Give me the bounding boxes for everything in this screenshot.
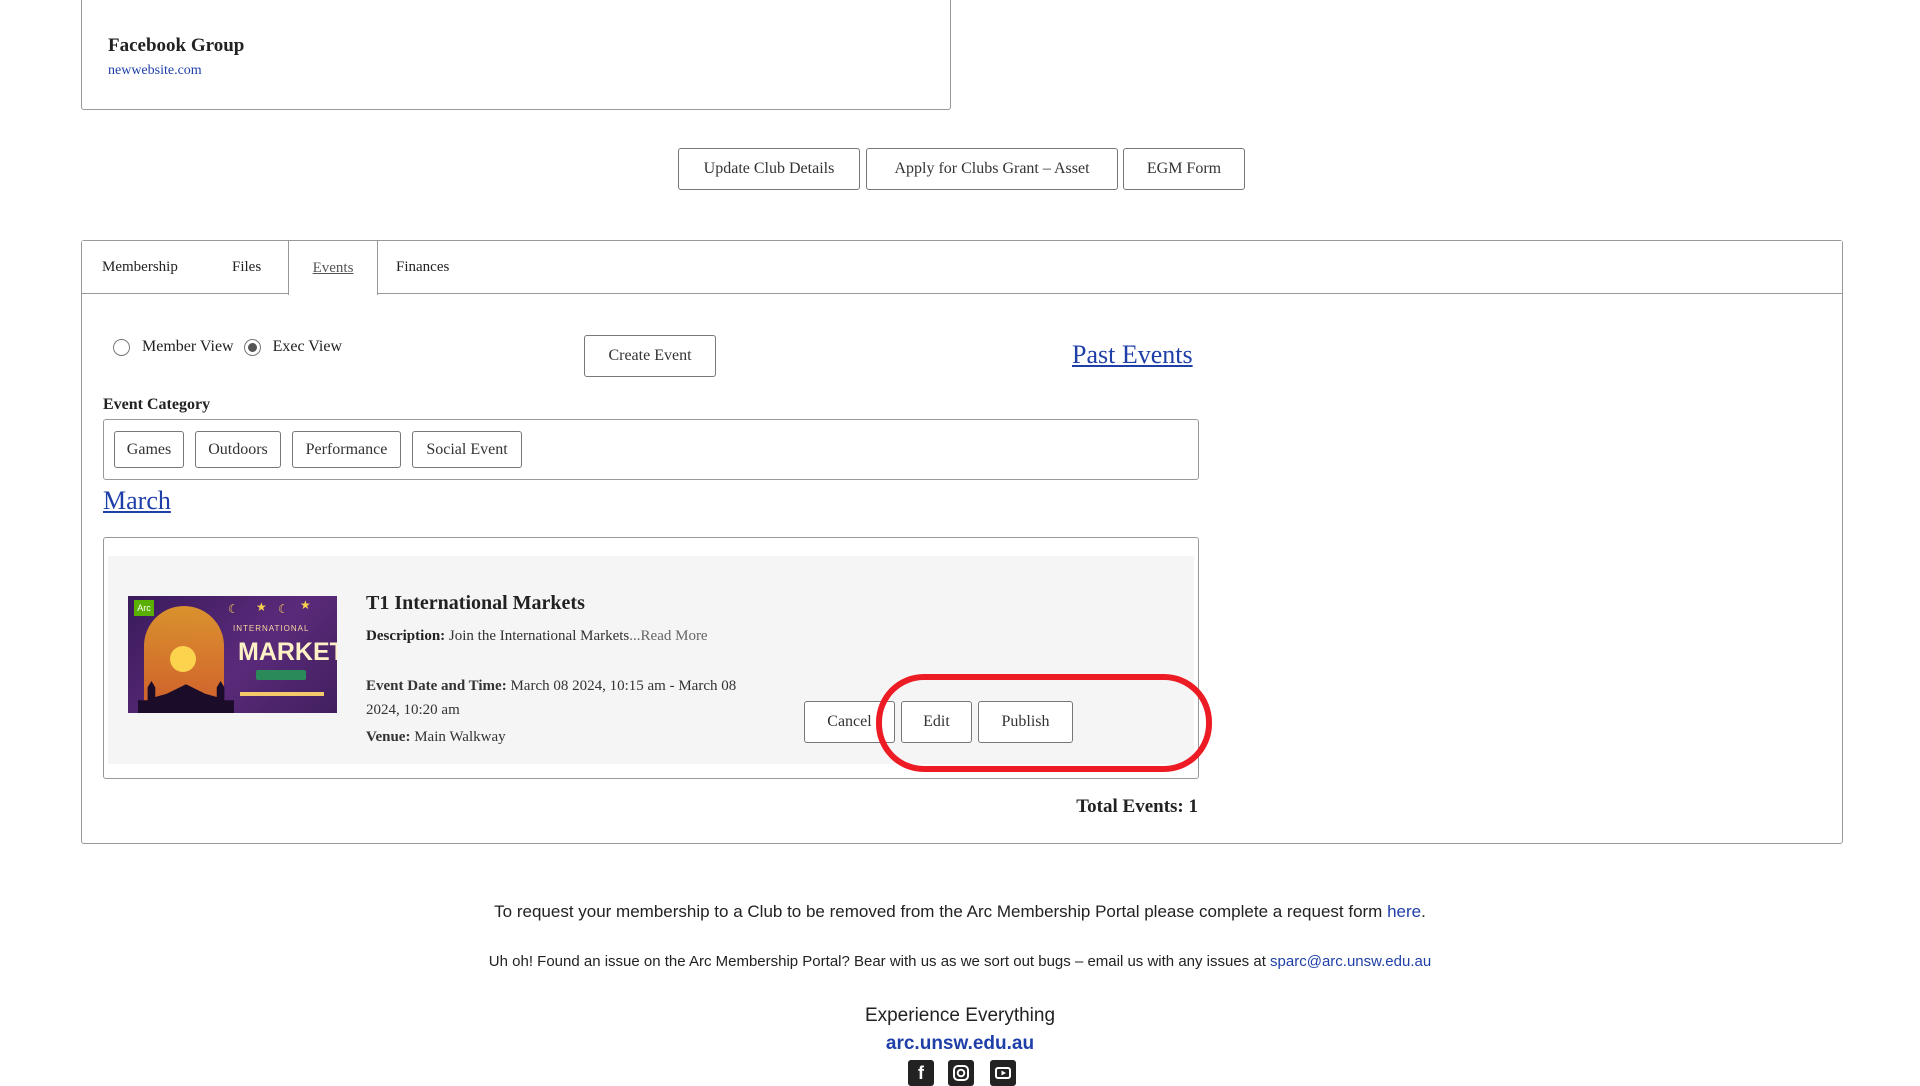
poster-star-icon: ☾ [228, 602, 239, 616]
poster-title: MARKETS [238, 638, 337, 666]
tab-finances[interactable]: Finances [396, 241, 449, 293]
event-venue-value: Main Walkway [414, 729, 506, 745]
poster-star-icon: ★ [256, 600, 267, 614]
footer-tagline: Experience Everything [864, 1005, 1056, 1026]
tab-files[interactable]: Files [232, 241, 261, 293]
poster-silhouette [138, 681, 234, 713]
poster-footer-bar [240, 692, 324, 696]
poster-ribbon [256, 670, 306, 680]
apply-clubs-grant-button[interactable]: Apply for Clubs Grant – Asset [866, 148, 1118, 190]
event-venue: Venue: Main Walkway [366, 729, 506, 746]
view-toggle: Member View Exec View [113, 338, 352, 356]
footer-bug-report: Uh oh! Found an issue on the Arc Members… [0, 953, 1920, 970]
poster-moon [170, 646, 196, 672]
category-outdoors-button[interactable]: Outdoors [195, 431, 281, 468]
category-social-event-button[interactable]: Social Event [412, 431, 522, 468]
category-games-button[interactable]: Games [114, 431, 184, 468]
youtube-icon[interactable] [990, 1060, 1016, 1086]
poster-arc-logo: Arc [134, 600, 154, 616]
youtube-glyph [995, 1067, 1011, 1079]
event-category-filter: Games Outdoors Performance Social Event [103, 419, 1199, 480]
tab-events[interactable]: Events [288, 241, 378, 295]
edit-event-button[interactable]: Edit [901, 701, 972, 743]
arc-site-link[interactable]: arc.unsw.edu.au [886, 1033, 1034, 1054]
event-description-label: Description: [366, 628, 446, 644]
tab-bar: Membership Files Events Finances [82, 241, 1842, 295]
update-club-details-button[interactable]: Update Club Details [678, 148, 860, 190]
instagram-icon[interactable] [948, 1060, 974, 1086]
footer-removal-end: . [1421, 902, 1426, 921]
footer-bug-text: Uh oh! Found an issue on the Arc Members… [488, 953, 1271, 970]
footer-removal-request: To request your membership to a Club to … [0, 902, 1920, 922]
facebook-group-title: Facebook Group [108, 35, 245, 56]
poster-star-icon: ☾ [278, 602, 289, 616]
create-event-button[interactable]: Create Event [584, 335, 716, 377]
past-events-link[interactable]: Past Events [1072, 340, 1193, 370]
facebook-group-link[interactable]: newwebsite.com [108, 63, 202, 79]
instagram-glyph [953, 1065, 969, 1081]
event-venue-label: Venue: [366, 729, 411, 745]
read-more-link[interactable]: ...Read More [629, 628, 707, 644]
footer-site: arc.unsw.edu.au [0, 1033, 1920, 1055]
event-poster-image[interactable]: ☾ ★ ☾ ★ Arc INTERNATIONAL MARKETS [128, 596, 337, 713]
publish-event-button[interactable]: Publish [978, 701, 1073, 743]
exec-view-radio[interactable] [243, 338, 261, 356]
social-card: Facebook Group newwebsite.com [81, 0, 951, 110]
egm-form-button[interactable]: EGM Form [1123, 148, 1245, 190]
support-email-link[interactable]: sparc@arc.unsw.edu.au [1270, 953, 1431, 970]
member-view-label: Member View [142, 338, 234, 355]
event-description: Description: Join the International Mark… [366, 628, 708, 645]
event-title: T1 International Markets [366, 592, 585, 614]
category-performance-button[interactable]: Performance [292, 431, 401, 468]
cancel-event-button[interactable]: Cancel [804, 701, 895, 743]
poster-star-icon: ★ [300, 598, 311, 612]
poster-subtitle: INTERNATIONAL [233, 624, 310, 633]
total-events: Total Events: 1 [1076, 796, 1198, 817]
event-description-text: Join the International Markets [448, 628, 630, 644]
member-view-radio[interactable] [113, 338, 130, 356]
facebook-icon[interactable]: f [908, 1060, 934, 1086]
removal-form-link[interactable]: here [1387, 902, 1421, 921]
footer-removal-text: To request your membership to a Club to … [494, 902, 1388, 921]
event-date-label: Event Date and Time: [366, 678, 507, 694]
event-date-time: Event Date and Time: March 08 2024, 10:1… [366, 674, 766, 722]
event-category-label: Event Category [103, 396, 211, 413]
month-heading-link[interactable]: March [103, 486, 171, 516]
tab-membership[interactable]: Membership [102, 241, 178, 293]
exec-view-label: Exec View [272, 338, 342, 355]
